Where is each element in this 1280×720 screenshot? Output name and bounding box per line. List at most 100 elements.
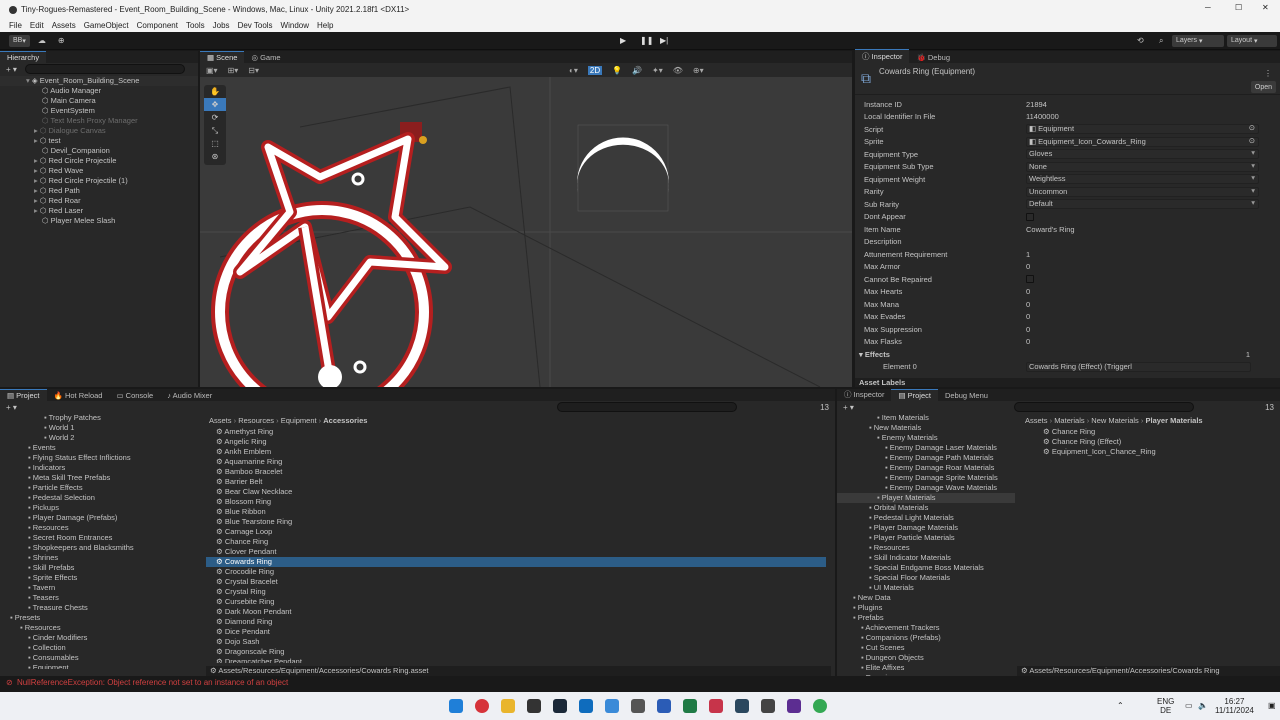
tab-project[interactable]: ▤ Project bbox=[0, 389, 47, 401]
tab-scene[interactable]: ▦ Scene bbox=[200, 51, 245, 63]
asset-list-item[interactable]: ⚙ Chance Ring bbox=[206, 537, 826, 547]
folder-item[interactable]: ▪ Plugins bbox=[837, 603, 1015, 613]
menu-dev-tools[interactable]: Dev Tools bbox=[238, 21, 273, 30]
asset-list-item[interactable]: ⚙ Dojo Sash bbox=[206, 637, 826, 647]
play-button[interactable]: ▶ bbox=[620, 36, 626, 45]
status-bar[interactable]: ⊘ NullReferenceException: Object referen… bbox=[0, 678, 1280, 691]
menu-file[interactable]: File bbox=[9, 21, 22, 30]
gizmo-dropdown[interactable]: ⊞▾ bbox=[228, 66, 239, 75]
text-value[interactable]: 0 bbox=[1026, 287, 1259, 296]
breadcrumb-item[interactable]: New Materials bbox=[1091, 416, 1139, 425]
list-item[interactable]: ⬡ Main Camera bbox=[0, 96, 198, 106]
folder-item[interactable]: ▪ Consumables bbox=[0, 653, 205, 663]
asset-list-item[interactable]: ⚙ Crystal Bracelet bbox=[206, 577, 826, 587]
asset-list-item[interactable]: ⚙ Ankh Emblem bbox=[206, 447, 826, 457]
list-item[interactable]: ▸ ⬡ Red Wave bbox=[0, 166, 198, 176]
list-item[interactable]: ⬡ Devil_Companion bbox=[0, 146, 198, 156]
asset-list-item[interactable]: ⚙ Aquamarine Ring bbox=[206, 457, 826, 467]
asset-list-item[interactable]: ⚙ Crocodile Ring bbox=[206, 567, 826, 577]
folder-item[interactable]: ▪ Shopkeepers and Blacksmiths bbox=[0, 543, 205, 553]
folder-item[interactable]: ▪ Secret Room Entrances bbox=[0, 533, 205, 543]
audio-icon[interactable]: 🔊 bbox=[632, 66, 642, 75]
menu-component[interactable]: Component bbox=[137, 21, 178, 30]
project2-add-icon[interactable]: + ▾ bbox=[843, 403, 854, 412]
folder-item[interactable]: ▪ Shrines bbox=[0, 553, 205, 563]
checkbox[interactable] bbox=[1026, 275, 1034, 284]
object-picker-icon[interactable]: ⊙ bbox=[1249, 136, 1255, 145]
folder-item[interactable]: ▪ Teasers bbox=[0, 593, 205, 603]
lighting-icon[interactable]: 💡 bbox=[612, 66, 622, 75]
asset-list-item[interactable]: ⚙ Blossom Ring bbox=[206, 497, 826, 507]
pause-button[interactable]: ❚❚ bbox=[640, 36, 653, 45]
folder-item[interactable]: ▪ Enemies bbox=[837, 673, 1015, 676]
folder-item[interactable]: ▪ Indicators bbox=[0, 463, 205, 473]
asset-list-item[interactable]: ⚙ Clover Pendant bbox=[206, 547, 826, 557]
text-value[interactable]: 0 bbox=[1026, 312, 1259, 321]
asset-list-item[interactable]: ⚙ Chance Ring bbox=[1033, 427, 1273, 437]
steam-icon-2[interactable] bbox=[735, 699, 749, 713]
text-value[interactable]: 0 bbox=[1026, 337, 1259, 346]
asset-list-item[interactable]: ⚙ Blue Tearstone Ring bbox=[206, 517, 826, 527]
folder-item[interactable]: ▪ New Data bbox=[837, 593, 1015, 603]
list-item[interactable]: ⬡ Audio Manager bbox=[0, 86, 198, 96]
list-item[interactable]: ▸ ⬡ Dialogue Canvas bbox=[0, 126, 198, 136]
object-field[interactable]: ◧ Equipment ⊙ bbox=[1026, 124, 1259, 135]
list-item[interactable]: ▸ ⬡ Red Circle Projectile bbox=[0, 156, 198, 166]
folder-item[interactable]: ▪ Pickups bbox=[0, 503, 205, 513]
language-indicator[interactable]: ENG DE bbox=[1157, 697, 1174, 715]
folder-item[interactable]: ▪ Enemy Damage Laser Materials bbox=[837, 443, 1015, 453]
folder-item[interactable]: ▪ Particle Effects bbox=[0, 483, 205, 493]
asset-list-item[interactable]: ⚙ Cursebite Ring bbox=[206, 597, 826, 607]
folder-item[interactable]: ▪ Dungeon Objects bbox=[837, 653, 1015, 663]
text-value[interactable]: 1 bbox=[1026, 250, 1259, 259]
dropdown-field[interactable]: Gloves bbox=[1026, 149, 1259, 160]
search-icon[interactable]: ⌕ bbox=[1159, 36, 1163, 46]
history-icon[interactable]: ⟲ bbox=[1137, 36, 1144, 45]
text-value[interactable]: 21894 bbox=[1026, 100, 1259, 109]
folder-item[interactable]: ▪ Prefabs bbox=[837, 613, 1015, 623]
folder-item[interactable]: ▪ Equipment bbox=[0, 663, 205, 669]
folder-item[interactable]: ▪ Player Materials bbox=[837, 493, 1015, 503]
clock[interactable]: 16:27 11/11/2024 bbox=[1215, 697, 1254, 715]
menu-jobs[interactable]: Jobs bbox=[213, 21, 230, 30]
folder-item[interactable]: ▪ Special Floor Materials bbox=[837, 573, 1015, 583]
notepad-icon[interactable] bbox=[605, 699, 619, 713]
aseprite-icon[interactable] bbox=[709, 699, 723, 713]
list-item[interactable]: ▸ ⬡ test bbox=[0, 136, 198, 146]
asset-list-item[interactable]: ⚙ Amethyst Ring bbox=[206, 427, 826, 437]
asset-list-item[interactable]: ⚙ Dice Pendant bbox=[206, 627, 826, 637]
asset-list-item[interactable]: ⚙ Bear Claw Necklace bbox=[206, 487, 826, 497]
folder-item[interactable]: ▪ Enemy Damage Wave Materials bbox=[837, 483, 1015, 493]
effects-foldout[interactable]: ▾ Effects 1 bbox=[855, 348, 1280, 361]
folder-item[interactable]: ▪ Item Materials bbox=[837, 413, 1015, 423]
folder-item[interactable]: ▪ Special Endgame Boss Materials bbox=[837, 563, 1015, 573]
unity-editor-icon[interactable] bbox=[761, 699, 775, 713]
inspector-settings-icon[interactable]: ⋮ bbox=[1264, 69, 1272, 78]
project2-search-input[interactable] bbox=[1013, 402, 1194, 412]
keyboard-icon[interactable] bbox=[631, 699, 645, 713]
minimize-button[interactable]: ─ bbox=[1205, 3, 1211, 12]
visibility-icon[interactable]: 👁 bbox=[673, 66, 683, 75]
scene-canvas[interactable] bbox=[200, 77, 852, 387]
dropdown-field[interactable]: Uncommon bbox=[1026, 186, 1259, 197]
list-item[interactable]: ▸ ⬡ Red Roar bbox=[0, 196, 198, 206]
folder-item[interactable]: ▪ Trophy Patches bbox=[0, 413, 205, 423]
folder-item[interactable]: ▪ Presets bbox=[0, 613, 205, 623]
folder-item[interactable]: ▪ Collection bbox=[0, 643, 205, 653]
step-button[interactable]: ▶| bbox=[660, 36, 668, 45]
tab-audio-mixer[interactable]: ♪ Audio Mixer bbox=[160, 390, 219, 401]
menu-gameobject[interactable]: GameObject bbox=[84, 21, 129, 30]
breadcrumb-item[interactable]: Materials bbox=[1054, 416, 1084, 425]
menu-edit[interactable]: Edit bbox=[30, 21, 44, 30]
asset-list-item[interactable]: ⚙ Dragonscale Ring bbox=[206, 647, 826, 657]
folder-item[interactable]: ▪ New Materials bbox=[837, 423, 1015, 433]
tab-console[interactable]: ▭ Console bbox=[109, 390, 160, 401]
breadcrumb-item[interactable]: Resources bbox=[238, 416, 274, 425]
list-item[interactable]: ▸ ⬡ Red Laser bbox=[0, 206, 198, 216]
collab-icon[interactable]: ⊕ bbox=[58, 36, 65, 45]
folder-item[interactable]: ▪ Achievement Trackers bbox=[837, 623, 1015, 633]
fx-icon[interactable]: ✦▾ bbox=[652, 66, 663, 75]
account-dropdown[interactable]: BB ▾ bbox=[9, 34, 30, 47]
folder-item[interactable]: ▪ Cut Scenes bbox=[837, 643, 1015, 653]
folder-item[interactable]: ▪ Tavern bbox=[0, 583, 205, 593]
